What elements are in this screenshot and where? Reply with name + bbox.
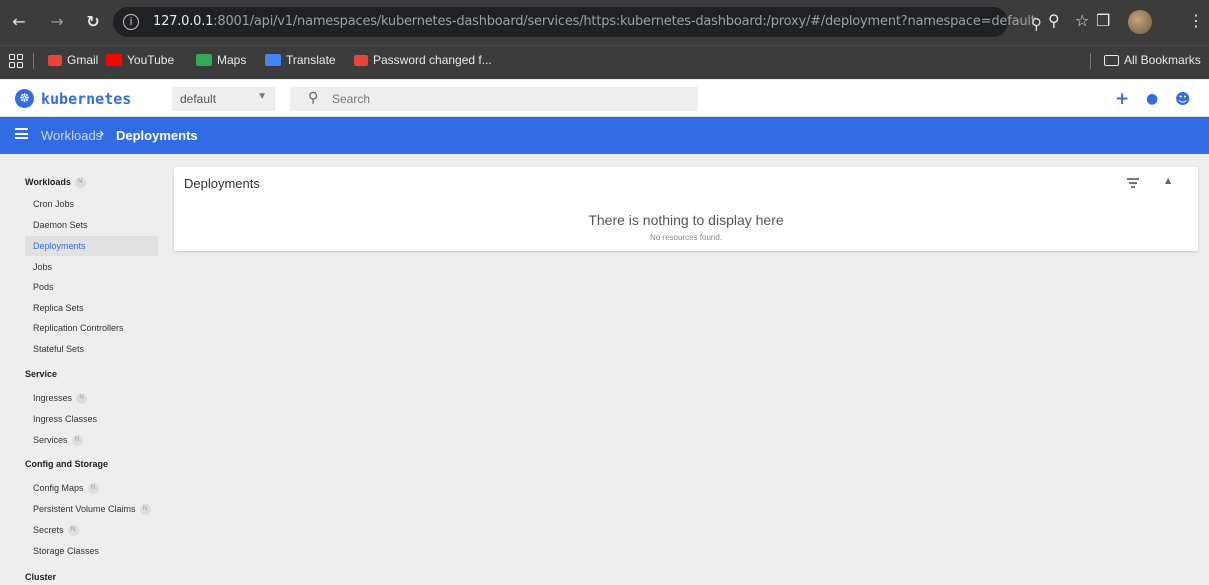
reload-icon[interactable]: ↻: [82, 11, 104, 33]
bookmark-label: Password changed f...: [373, 53, 492, 67]
namespaced-badge: N: [139, 504, 151, 516]
namespaced-badge: N: [67, 525, 79, 537]
folder-icon: [1104, 54, 1119, 66]
bookmark-label: Gmail: [67, 53, 99, 67]
breadcrumb-current: Deployments: [116, 128, 198, 143]
sidebar-section-service[interactable]: Service: [25, 369, 57, 379]
namespaced-badge: N: [87, 483, 99, 495]
gmail-icon: [354, 54, 368, 66]
maps-icon: [196, 54, 212, 66]
bookmark-label: Translate: [286, 53, 336, 67]
bookmark-gmail[interactable]: Gmail: [48, 53, 98, 67]
sidebar-item-storage-classes[interactable]: Storage Classes: [25, 541, 158, 561]
zoom-lens-icon[interactable]: ⚲: [1048, 11, 1060, 30]
search-icon: ⚲: [308, 90, 319, 106]
translate-icon: [265, 54, 281, 66]
search-box[interactable]: ⚲: [290, 87, 698, 111]
sidebar-item-services[interactable]: Services N: [25, 430, 158, 450]
browser-menu-icon[interactable]: ⋮: [1188, 11, 1204, 30]
sidebar-section-config-storage[interactable]: Config and Storage: [25, 459, 108, 469]
youtube-icon: [106, 54, 122, 66]
card-title: Deployments: [184, 176, 260, 191]
bookmark-password[interactable]: Password changed f...: [354, 53, 492, 67]
sidebar-item-persistent-volume-claims[interactable]: Persistent Volume Claims N: [25, 499, 158, 519]
zoom-icon[interactable]: ⚲: [1031, 15, 1042, 33]
bookmark-label: YouTube: [127, 53, 175, 67]
sidebar-item-deployments[interactable]: Deployments: [25, 236, 158, 256]
back-icon[interactable]: ←: [8, 11, 30, 33]
item-label: Ingresses: [33, 393, 73, 403]
notifications-icon[interactable]: ●: [1146, 91, 1158, 107]
namespaced-badge: N: [74, 177, 86, 189]
bookmark-maps[interactable]: Maps: [196, 53, 246, 67]
bookmarks-divider: [1090, 53, 1091, 69]
bookmark-star-icon[interactable]: ☆: [1075, 11, 1089, 30]
account-icon[interactable]: ☻: [1175, 90, 1191, 108]
extensions-icon[interactable]: ❒: [1096, 11, 1110, 30]
sidebar-item-ingresses[interactable]: Ingresses N: [25, 388, 158, 408]
sidebar-item-daemon-sets[interactable]: Daemon Sets: [25, 215, 158, 235]
bookmark-label: Maps: [217, 53, 247, 67]
filter-icon[interactable]: [1127, 178, 1139, 188]
brand-name[interactable]: kubernetes: [41, 90, 131, 108]
menu-icon[interactable]: [15, 128, 28, 139]
sidebar-item-ingress-classes[interactable]: Ingress Classes: [25, 409, 158, 429]
sidebar-item-replica-sets[interactable]: Replica Sets: [25, 298, 158, 318]
sidebar-item-cron-jobs[interactable]: Cron Jobs: [25, 194, 158, 214]
namespaced-badge: N: [76, 393, 88, 405]
site-info-icon[interactable]: i: [123, 14, 139, 30]
kubernetes-logo-icon[interactable]: ☸: [15, 89, 34, 108]
namespace-value: default: [180, 92, 217, 106]
item-label: Config Maps: [33, 483, 84, 493]
sidebar-section-workloads[interactable]: Workloads N: [25, 177, 86, 189]
sidebar-section-cluster[interactable]: Cluster: [25, 572, 56, 582]
namespace-select[interactable]: default ▼: [172, 87, 275, 111]
apps-grid-icon[interactable]: [9, 54, 23, 68]
forward-icon[interactable]: →: [46, 11, 68, 33]
item-label: Services: [33, 435, 68, 445]
item-label: Persistent Volume Claims: [33, 504, 136, 514]
collapse-icon[interactable]: ▲: [1165, 176, 1171, 185]
bookmark-translate[interactable]: Translate: [265, 53, 336, 67]
gmail-icon: [48, 54, 62, 66]
all-bookmarks-button[interactable]: All Bookmarks: [1104, 53, 1201, 67]
address-url[interactable]: 127.0.0.1:8001/api/v1/namespaces/kuberne…: [153, 14, 1036, 29]
namespaced-badge: N: [71, 435, 83, 447]
sidebar-item-config-maps[interactable]: Config Maps N: [25, 478, 158, 498]
sidebar-item-pods[interactable]: Pods: [25, 277, 158, 297]
chevron-down-icon: ▼: [257, 91, 267, 102]
bookmark-youtube[interactable]: YouTube: [106, 53, 174, 67]
create-icon[interactable]: +: [1115, 89, 1129, 109]
sidebar-item-secrets[interactable]: Secrets N: [25, 520, 158, 540]
all-bookmarks-label: All Bookmarks: [1124, 53, 1201, 67]
bookmarks-divider: [33, 53, 34, 69]
profile-avatar[interactable]: [1128, 10, 1152, 34]
search-input[interactable]: [332, 90, 672, 108]
bookmarks-bar: [0, 45, 1209, 79]
sidebar-item-jobs[interactable]: Jobs: [25, 257, 158, 277]
section-label: Workloads: [25, 177, 71, 187]
item-label: Secrets: [33, 525, 64, 535]
sidebar-item-stateful-sets[interactable]: Stateful Sets: [25, 339, 158, 359]
chevron-right-icon: ›: [99, 126, 105, 142]
empty-state-subtitle: No resources found.: [649, 233, 723, 242]
breadcrumb-workloads[interactable]: Workloads: [41, 128, 102, 143]
empty-state-title: There is nothing to display here: [588, 212, 784, 228]
address-bar[interactable]: i 127.0.0.1:8001/api/v1/namespaces/kuber…: [113, 7, 1042, 37]
sidebar-item-replication-controllers[interactable]: Replication Controllers: [25, 318, 158, 338]
